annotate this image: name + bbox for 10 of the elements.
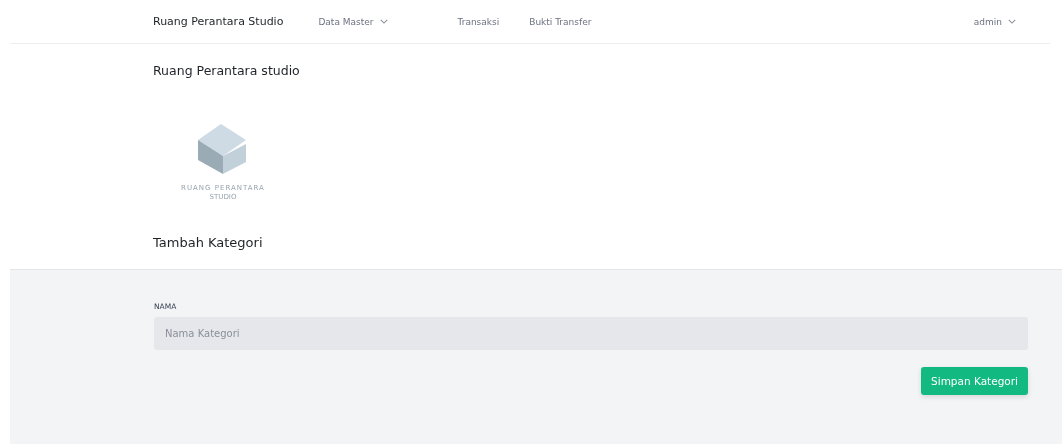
nav-link[interactable]: Bukti Transfer xyxy=(529,16,592,27)
user-menu[interactable]: admin xyxy=(973,16,1016,27)
site-title: Ruang Perantara studio xyxy=(153,63,301,78)
brand-link[interactable]: Ruang Perantara Studio xyxy=(153,15,284,28)
chevron-down-icon xyxy=(1008,19,1016,24)
input-field[interactable]: Nama Kategori xyxy=(154,317,1028,350)
nav-link[interactable]: Data Master xyxy=(318,16,388,27)
chevron-down-icon xyxy=(379,19,388,24)
nav-link[interactable]: Transaksi xyxy=(457,16,500,27)
section-title: Tambah Kategori xyxy=(153,235,264,252)
